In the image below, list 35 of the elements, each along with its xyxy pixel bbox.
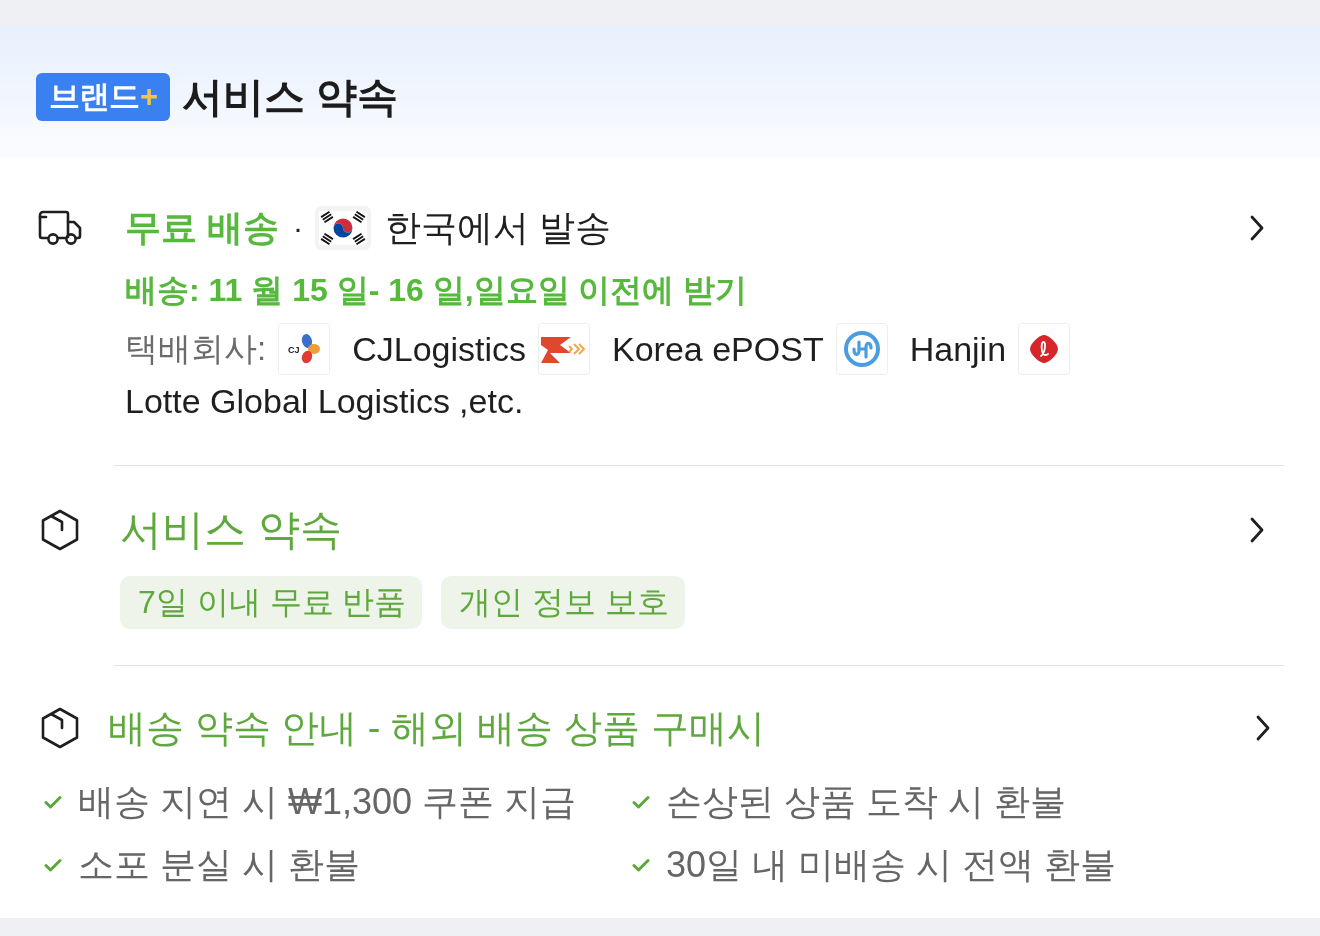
box-icon [40,707,80,749]
delivery-date-text: 배송: 11 월 15 일- 16 일,일요일 이전에 받기 [125,271,749,310]
carrier-label: 택배회사: [125,329,267,369]
guarantee-text: 손상된 상품 도착 시 환불 [666,779,1066,824]
service-tag: 개인 정보 보호 [441,576,686,629]
guarantee-text: 소포 분실 시 환불 [78,842,360,887]
brand-badge: 브랜드+ [36,73,170,121]
check-icon [44,794,62,809]
guarantee-text: 30일 내 미배송 시 전액 환불 [666,842,1117,887]
carrier-name: CJLogistics [352,329,526,370]
service-tag: 7일 이내 무료 반품 [120,576,423,629]
section-title: 서비스 약속 [120,505,342,555]
carrier-name: Hanjin [909,329,1007,370]
check-icon [44,857,62,872]
carrier-name: Korea ePOST [612,329,824,370]
shipping-title: 무료 배송 [125,206,279,250]
flag-icon [315,206,371,250]
page-title: 서비스 약속 [182,73,399,122]
section-title: 배송 약속 안내 - 해외 배송 상품 구매시 [108,706,765,751]
truck-icon [38,209,82,247]
carrier-name: Lotte Global Logistics [125,381,451,422]
check-icon [632,857,650,872]
etc-text: ,etc. [459,381,524,422]
box-icon [40,509,80,551]
chevron-right-icon[interactable] [1250,215,1264,241]
guarantee-text: 배송 지연 시 ₩1,300 쿠폰 지급 [78,779,577,824]
origin-text: 한국에서 발송 [385,206,612,250]
check-icon [632,794,650,809]
script-logo-icon [1018,323,1071,375]
ring-logo-icon [835,323,888,375]
chevron-right-icon[interactable] [1256,715,1270,741]
separator-text: · [293,210,303,246]
chevron-right-icon[interactable] [1250,517,1264,543]
wing-logo-icon [538,323,590,375]
petal-logo-icon: CJ [278,323,331,375]
